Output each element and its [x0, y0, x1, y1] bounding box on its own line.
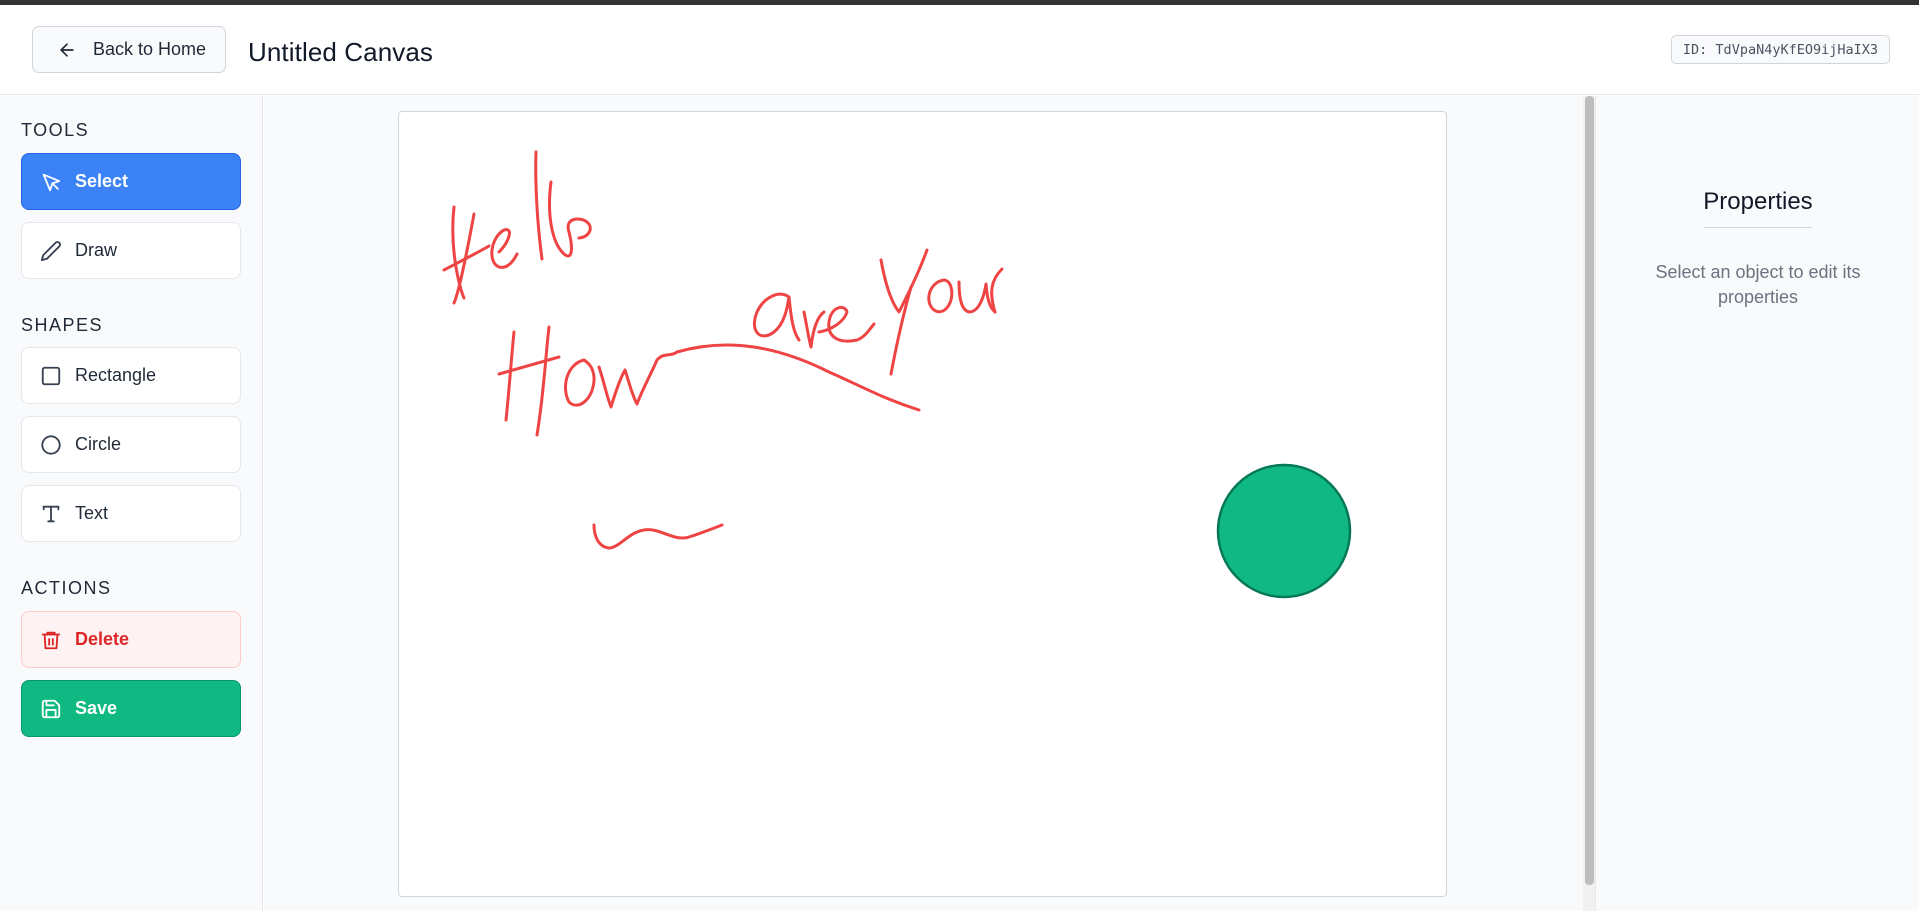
- circle-tool-label: Circle: [75, 434, 122, 454]
- drawing-canvas[interactable]: [398, 111, 1447, 897]
- vertical-scrollbar[interactable]: [1583, 96, 1595, 911]
- save-label: Save: [75, 698, 118, 718]
- delete-button[interactable]: Delete: [21, 611, 241, 668]
- back-to-home-label: Back to Home: [93, 39, 207, 59]
- draw-tool-button[interactable]: Draw: [21, 222, 241, 279]
- select-tool-button[interactable]: Select: [21, 153, 241, 210]
- save-button[interactable]: Save: [21, 680, 241, 737]
- circle-icon: [39, 433, 63, 457]
- properties-divider: [1704, 227, 1812, 228]
- save-icon: [39, 697, 63, 721]
- properties-panel: Properties Select an object to edit its …: [1595, 96, 1919, 911]
- canvas-id-badge: ID: TdVpaN4yKfEO9ijHaIX3: [1670, 35, 1890, 64]
- shapes-section-title: SHAPES: [21, 315, 104, 335]
- toolbar-sidebar: TOOLS Select Draw SHAPES Rectangle Circl…: [0, 96, 263, 911]
- pencil-icon: [39, 239, 63, 263]
- scrollbar-thumb[interactable]: [1585, 96, 1594, 885]
- app-header: Back to Home Untitled Canvas ID: TdVpaN4…: [0, 5, 1919, 95]
- properties-hint: Select an object to edit its properties: [1655, 262, 1861, 307]
- back-to-home-button[interactable]: Back to Home: [32, 26, 226, 73]
- actions-section-title: ACTIONS: [21, 578, 112, 598]
- cursor-icon: [39, 170, 63, 194]
- square-icon: [39, 364, 63, 388]
- freehand-drawing-strokes[interactable]: [442, 150, 1004, 550]
- draw-tool-label: Draw: [75, 240, 118, 260]
- text-icon: [39, 502, 63, 526]
- rectangle-tool-label: Rectangle: [75, 365, 157, 385]
- green-circle-shape[interactable]: [1216, 463, 1352, 599]
- properties-title: Properties: [1703, 188, 1813, 215]
- rectangle-tool-button[interactable]: Rectangle: [21, 347, 241, 404]
- text-tool-button[interactable]: Text: [21, 485, 241, 542]
- text-tool-label: Text: [75, 503, 109, 523]
- trash-icon: [39, 628, 63, 652]
- arrow-left-icon: [55, 38, 79, 62]
- circle-tool-button[interactable]: Circle: [21, 416, 241, 473]
- canvas-title: Untitled Canvas: [248, 37, 434, 67]
- tools-section-title: TOOLS: [21, 120, 90, 140]
- canvas-workspace: [264, 96, 1583, 911]
- select-tool-label: Select: [75, 171, 129, 191]
- delete-label: Delete: [75, 629, 130, 649]
